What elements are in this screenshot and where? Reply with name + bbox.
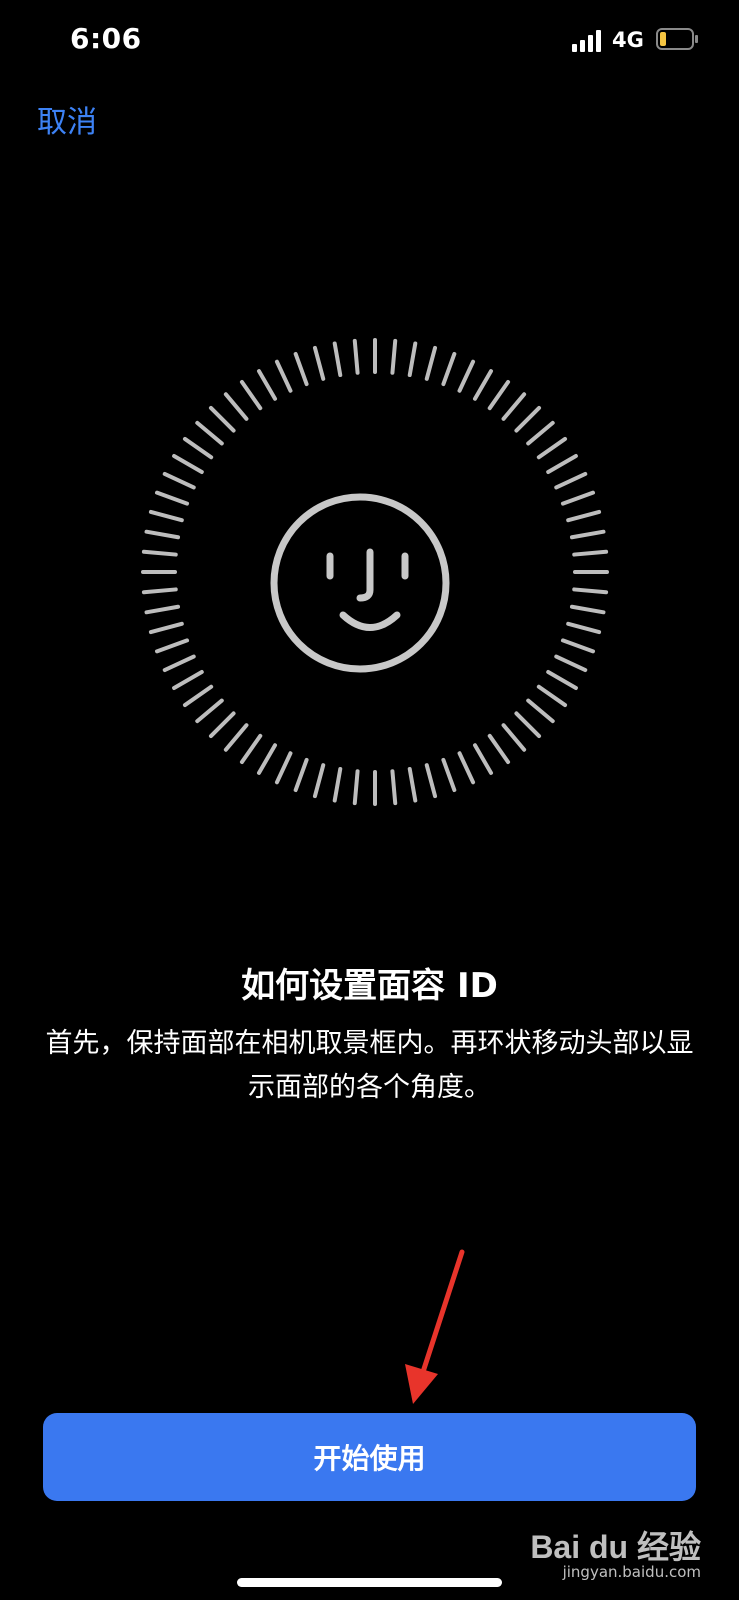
scan-ring-tick bbox=[536, 436, 568, 460]
scan-ring-tick bbox=[536, 684, 568, 708]
scan-ring-tick bbox=[144, 529, 181, 540]
scan-ring-tick bbox=[407, 766, 418, 803]
face-id-graphic bbox=[141, 338, 609, 806]
scan-ring-tick bbox=[390, 338, 398, 375]
status-time: 6:06 bbox=[70, 22, 142, 55]
scan-ring-tick bbox=[352, 338, 360, 375]
scan-ring-tick bbox=[487, 733, 511, 765]
scan-ring-tick bbox=[487, 379, 511, 411]
scan-ring-tick bbox=[223, 392, 249, 421]
start-button[interactable]: 开始使用 bbox=[43, 1413, 696, 1501]
scan-ring-tick bbox=[148, 621, 184, 635]
scan-ring-tick bbox=[332, 341, 343, 378]
scan-ring-tick bbox=[257, 369, 277, 401]
scan-ring-tick bbox=[569, 529, 606, 540]
scan-ring-tick bbox=[424, 763, 438, 799]
scan-ring-tick bbox=[257, 743, 277, 775]
scan-ring-tick bbox=[154, 490, 190, 506]
scan-ring-tick bbox=[441, 757, 457, 793]
scan-ring-tick bbox=[148, 509, 184, 523]
scan-ring-tick bbox=[566, 509, 602, 523]
battery-icon bbox=[656, 28, 698, 50]
scan-ring-tick bbox=[560, 490, 596, 506]
page-title: 如何设置面容 ID bbox=[241, 966, 498, 1006]
scan-ring-tick bbox=[501, 392, 527, 421]
status-bar: 6:06 4G bbox=[0, 0, 739, 80]
scan-ring-tick bbox=[293, 351, 309, 387]
scan-ring-tick bbox=[162, 471, 196, 490]
scan-ring-tick bbox=[239, 379, 263, 411]
scan-ring-tick bbox=[554, 654, 588, 673]
home-indicator[interactable] bbox=[237, 1578, 502, 1587]
scan-ring-tick bbox=[473, 369, 493, 401]
scan-ring-tick bbox=[514, 405, 542, 433]
scan-ring-tick bbox=[223, 723, 249, 752]
scan-ring-tick bbox=[572, 587, 609, 595]
scan-ring-tick bbox=[141, 587, 178, 595]
scan-ring-tick bbox=[182, 684, 214, 708]
scan-ring-tick bbox=[457, 751, 476, 785]
scan-ring-tick bbox=[195, 698, 224, 724]
scan-ring-tick bbox=[141, 549, 178, 557]
scan-ring-tick bbox=[441, 351, 457, 387]
cancel-button[interactable]: 取消 bbox=[37, 97, 97, 141]
scan-ring-tick bbox=[312, 345, 326, 381]
scan-ring-tick bbox=[526, 698, 555, 724]
face-id-icon bbox=[270, 493, 450, 673]
scan-ring-tick bbox=[473, 743, 493, 775]
scan-ring bbox=[141, 338, 609, 806]
scan-ring-tick bbox=[172, 454, 204, 474]
scan-ring-tick bbox=[560, 638, 596, 654]
scan-ring-tick bbox=[501, 723, 527, 752]
scan-ring-tick bbox=[239, 733, 263, 765]
scan-ring-tick bbox=[352, 769, 360, 806]
scan-ring-tick bbox=[274, 751, 293, 785]
watermark-url: jingyan.baidu.com bbox=[562, 1563, 701, 1581]
scan-ring-tick bbox=[162, 654, 196, 673]
scan-ring-tick bbox=[172, 670, 204, 690]
scan-ring-tick bbox=[332, 766, 343, 803]
baidu-jingyan-logo: Bai du 经验 bbox=[530, 1529, 701, 1565]
scan-ring-tick bbox=[569, 604, 606, 615]
scan-ring-tick bbox=[154, 638, 190, 654]
scan-ring-tick bbox=[572, 549, 609, 557]
scan-ring-tick bbox=[144, 604, 181, 615]
scan-ring-tick bbox=[407, 341, 418, 378]
scan-ring-tick bbox=[554, 471, 588, 490]
scan-ring-tick bbox=[208, 405, 236, 433]
scan-ring-tick bbox=[424, 345, 438, 381]
scan-ring-tick bbox=[514, 711, 542, 739]
scan-ring-tick bbox=[526, 420, 555, 446]
scan-ring-tick bbox=[566, 621, 602, 635]
network-type: 4G bbox=[612, 28, 644, 52]
instructions-text: 首先，保持面部在相机取景框内。再环状移动头部以显示面部的各个角度。 bbox=[45, 1028, 694, 1103]
scan-ring-tick bbox=[208, 711, 236, 739]
scan-ring-tick bbox=[546, 454, 578, 474]
scan-ring-tick bbox=[182, 436, 214, 460]
scan-ring-tick bbox=[195, 420, 224, 446]
scan-ring-tick bbox=[293, 757, 309, 793]
scan-ring-tick bbox=[457, 359, 476, 393]
scan-ring-tick bbox=[312, 763, 326, 799]
scan-ring-tick bbox=[390, 769, 398, 806]
scan-ring-tick bbox=[546, 670, 578, 690]
scan-ring-tick bbox=[274, 359, 293, 393]
cellular-signal-icon bbox=[572, 30, 601, 52]
